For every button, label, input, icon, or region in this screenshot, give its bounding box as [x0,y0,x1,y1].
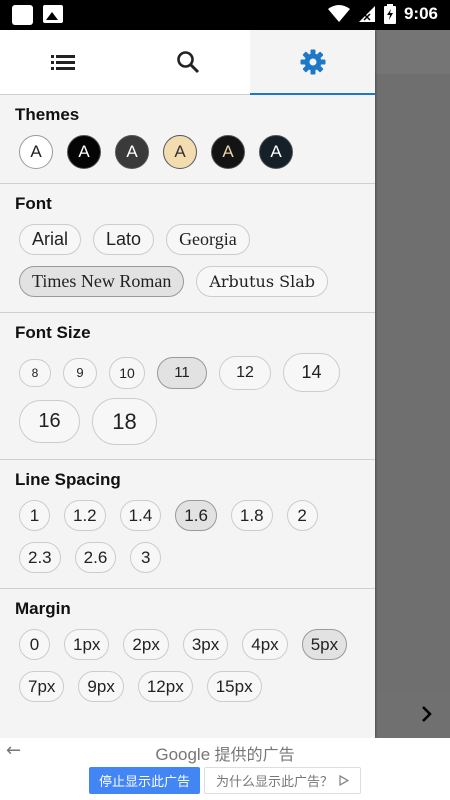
themes-section: Themes AAAAAA [0,95,375,184]
font-section: Font Arial Lato Georgia Times New Roman Arbu… [0,184,375,313]
line-spacing-option[interactable]: 2.3 [19,542,61,573]
font-options: Arial Lato Georgia Times New Roman Arbutus S… [15,224,360,297]
font-size-option[interactable]: 9 [63,357,97,388]
search-icon [176,51,199,74]
font-option[interactable]: Georgia [166,224,250,255]
section-title: Margin [15,599,71,618]
ad-attribution: Google 提供的广告 [0,741,450,765]
margin-option[interactable]: 0 [19,629,50,660]
line-spacing-option[interactable]: 1.2 [64,500,106,531]
why-ad-button[interactable]: 为什么显示此广告？ [204,767,361,794]
font-option[interactable]: Arbutus Slab [196,266,328,297]
line-spacing-option[interactable]: 1 [19,500,50,531]
font-option[interactable]: Arial [19,224,82,255]
font-option[interactable]: Lato [93,224,155,255]
stop-ad-button[interactable]: 停止显示此广告 [89,767,200,794]
google-logo: Google [155,745,211,764]
play-outline-icon [339,775,349,786]
font-option[interactable]: Times New Roman [19,266,185,297]
theme-option[interactable]: A [115,135,149,169]
tab-search[interactable] [125,30,250,94]
margin-option[interactable]: 4px [242,629,288,660]
theme-option[interactable]: A [211,135,245,169]
line-spacing-option[interactable]: 1.8 [230,500,273,531]
list-icon [50,55,75,70]
chevron-right-icon[interactable] [420,703,434,725]
signal-icon [358,6,375,22]
clock: 9:06 [403,4,438,23]
font-size-option[interactable]: 14 [283,353,340,392]
font-size-option[interactable]: 10 [109,356,145,389]
line-spacing-option[interactable]: 1.6 [175,500,217,531]
section-title: Font Size [15,323,91,342]
theme-option[interactable]: A [19,135,53,169]
margin-option[interactable]: 3px [182,629,229,660]
theme-option[interactable]: A [163,135,197,169]
battery-icon [383,4,396,24]
toolbar-backdrop [375,30,450,74]
line-spacing-options: 1 1.2 1.4 1.6 1.8 2 2.3 2.6 3 [15,500,360,573]
theme-option[interactable]: A [67,135,101,169]
margin-option[interactable]: 2px [123,629,169,660]
margin-option[interactable]: 12px [137,671,193,702]
bottom-bar-backdrop [375,692,450,738]
ad-banner: ← Google 提供的广告 停止显示此广告 为什么显示此广告？ [0,738,450,800]
section-title: Font [15,194,52,213]
margin-options: 0 1px 2px 3px 4px 5px 7px 9px 12px 15px [15,629,360,702]
theme-option[interactable]: A [259,135,293,169]
why-ad-label: 为什么显示此广告？ [215,775,333,790]
margin-option[interactable]: 1px [64,629,110,660]
drawer-tabs [0,30,375,95]
wifi-icon [327,5,350,22]
font-size-option[interactable]: 11 [157,356,207,389]
margin-option[interactable]: 15px [206,671,262,702]
line-spacing-option[interactable]: 1.4 [119,500,162,531]
section-title: Themes [15,105,80,124]
line-spacing-option[interactable]: 2.6 [74,542,117,573]
notification-icon [12,5,33,25]
line-spacing-option[interactable]: 2 [286,500,318,531]
section-title: Line Spacing [15,470,121,489]
tab-toc[interactable] [0,30,125,94]
line-spacing-section: Line Spacing 1 1.2 1.4 1.6 1.8 2 2.3 2.6 3 [0,460,375,589]
status-bar: 9:06 [0,0,450,30]
font-size-option[interactable]: 8 [19,358,51,387]
margin-section: Margin 0 1px 2px 3px 4px 5px 7px 9px 12px 15px [0,589,375,714]
line-spacing-option[interactable]: 3 [130,542,162,573]
font-size-options: 8 9 10 11 12 14 16 18 [15,353,360,445]
font-size-option[interactable]: 16 [19,400,80,443]
font-size-option[interactable]: 18 [92,398,157,445]
tab-settings[interactable] [250,30,375,95]
image-notification-icon [43,5,63,23]
margin-option[interactable]: 7px [19,671,65,702]
font-size-option[interactable]: 12 [219,355,271,390]
margin-option[interactable]: 5px [301,629,348,660]
gear-icon [300,49,325,75]
font-size-section: Font Size 8 9 10 11 12 14 16 18 [0,313,375,460]
ad-attribution-text: 提供的广告 [214,747,295,764]
margin-option[interactable]: 9px [78,671,124,702]
settings-drawer: Themes AAAAAA Font Arial Lato Georgia Times… [0,30,375,738]
theme-options: AAAAAA [15,135,360,169]
